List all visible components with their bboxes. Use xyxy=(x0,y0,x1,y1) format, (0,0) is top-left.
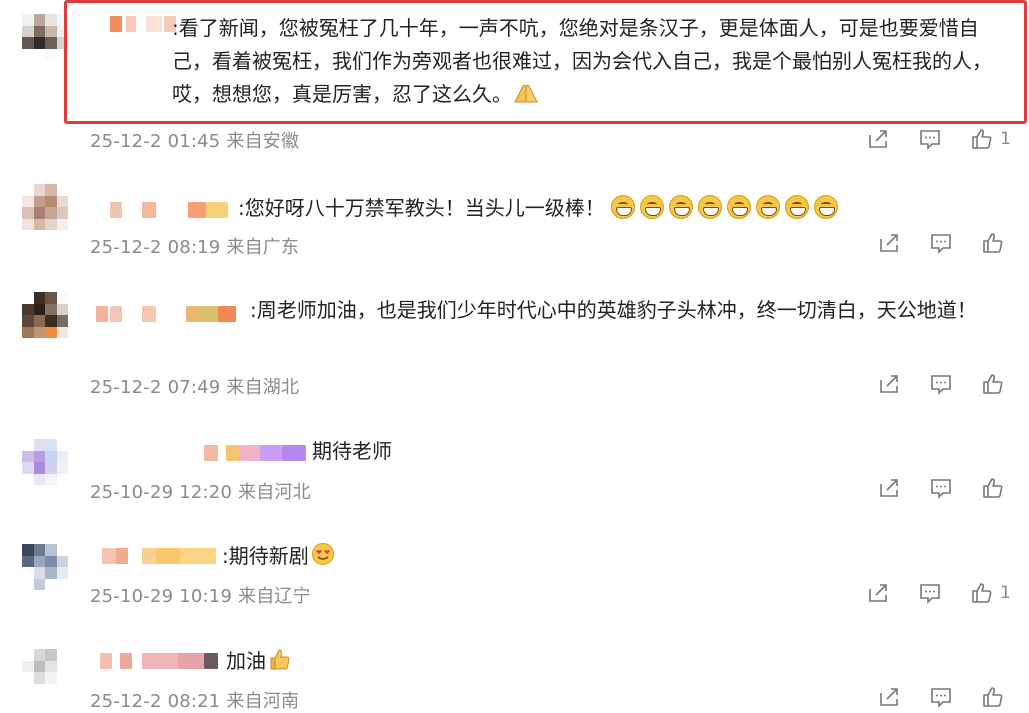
username-blurred[interactable] xyxy=(100,12,180,36)
comment-meta: 25-12-2 08:21 来自河南 xyxy=(90,687,299,713)
share-button[interactable] xyxy=(877,372,901,396)
comment-text: 加油 xyxy=(226,645,1001,681)
avatar[interactable] xyxy=(22,14,68,60)
comment-actions: 1 xyxy=(866,124,1011,154)
comment-location: 来自湖北 xyxy=(226,377,300,398)
comment-meta: 25-10-29 12:20 来自河北 xyxy=(90,478,311,504)
reply-button[interactable] xyxy=(929,372,953,396)
comment-text: :看了新闻，您被冤枉了几十年，一声不吭，您绝对是条汉子，更是体面人，可是也要爱惜… xyxy=(172,12,1007,114)
username-blurred[interactable] xyxy=(196,441,312,465)
comment-time: 25-12-2 07:49 xyxy=(90,377,221,398)
username-blurred[interactable] xyxy=(96,649,226,673)
share-icon xyxy=(880,479,898,497)
comment-icon xyxy=(931,688,951,708)
share-button[interactable] xyxy=(877,231,901,255)
reply-button[interactable] xyxy=(929,231,953,255)
comment-item: 期待老师 25-10-29 12:20 来自河北 xyxy=(0,425,1029,530)
comment-actions: 1 xyxy=(866,578,1011,608)
comment-location: 来自广东 xyxy=(226,237,300,258)
avatar[interactable] xyxy=(22,649,68,695)
comment-time: 25-10-29 10:19 xyxy=(90,586,233,607)
comment-meta: 25-12-2 08:19 来自广东 xyxy=(90,233,299,259)
thumbs-up-emoji-icon xyxy=(268,647,292,681)
comment-item: :看了新闻，您被冤枉了几十年，一声不吭，您绝对是条汉子，更是体面人，可是也要爱惜… xyxy=(0,0,1029,160)
like-button[interactable]: 1 xyxy=(970,581,1011,605)
comment-meta: 25-10-29 10:19 来自辽宁 xyxy=(90,582,311,608)
comment-icon xyxy=(931,234,951,254)
comment-icon xyxy=(931,375,951,395)
share-button[interactable] xyxy=(877,476,901,500)
like-button[interactable]: 1 xyxy=(970,127,1011,151)
comment-time: 25-12-2 01:45 xyxy=(90,131,221,152)
comment-actions xyxy=(877,228,1011,258)
comment-meta: 25-12-2 07:49 来自湖北 xyxy=(90,373,299,399)
like-count: 1 xyxy=(1000,583,1011,603)
like-count: 1 xyxy=(1000,129,1011,149)
comment-actions xyxy=(877,473,1011,503)
like-button[interactable] xyxy=(981,231,1011,255)
comment-text: :您好呀八十万禁军教头！当头儿一级棒！ xyxy=(238,192,1001,225)
comment-item: 加油 25-12-2 08:21 来自河南 xyxy=(0,635,1029,712)
comment-location: 来自辽宁 xyxy=(238,586,311,607)
avatar[interactable] xyxy=(22,184,68,230)
heart-eyes-icon xyxy=(311,542,335,576)
thumbs-up-icon xyxy=(983,687,1003,707)
avatar[interactable] xyxy=(22,439,68,485)
thumbs-up-icon xyxy=(972,129,992,149)
comment-location: 来自河南 xyxy=(226,691,300,712)
like-button[interactable] xyxy=(981,476,1011,500)
comment-time: 25-12-2 08:21 xyxy=(90,691,221,712)
reply-button[interactable] xyxy=(929,685,953,709)
comment-actions xyxy=(877,682,1011,712)
thumbs-up-icon xyxy=(983,374,1003,394)
reply-button[interactable] xyxy=(918,581,942,605)
comment-actions xyxy=(877,369,1011,399)
share-button[interactable] xyxy=(877,685,901,709)
share-icon xyxy=(869,130,887,148)
comment-text: 期待老师 xyxy=(312,439,392,463)
grin-face-icon xyxy=(610,195,843,220)
reply-button[interactable] xyxy=(929,476,953,500)
thumbs-up-icon xyxy=(983,478,1003,498)
share-icon xyxy=(880,688,898,706)
comment-time: 25-10-29 12:20 xyxy=(90,482,233,503)
avatar[interactable] xyxy=(22,544,68,590)
comment-item: :期待新剧 25-10-29 10:19 来自辽宁 1 xyxy=(0,530,1029,635)
like-button[interactable] xyxy=(981,685,1011,709)
comment-icon xyxy=(920,130,940,150)
thumbs-up-icon xyxy=(972,583,992,603)
username-blurred[interactable] xyxy=(96,198,236,222)
share-button[interactable] xyxy=(866,581,890,605)
share-icon xyxy=(869,584,887,602)
share-icon xyxy=(880,234,898,252)
avatar[interactable] xyxy=(22,292,68,338)
comment-text: :周老师加油，也是我们少年时代心中的英雄豹子头林冲，终一切清白，天公地道！ xyxy=(250,298,977,322)
comment-item: :周老师加油，也是我们少年时代心中的英雄豹子头林冲，终一切清白，天公地道！ 25… xyxy=(0,280,1029,425)
comment-location: 来自河北 xyxy=(238,482,311,503)
comment-icon xyxy=(920,584,940,604)
comment-item: :您好呀八十万禁军教头！当头儿一级棒！ 25-12-2 08:19 来自广东 xyxy=(0,160,1029,280)
comment-text: :期待新剧 xyxy=(222,540,1001,576)
username-blurred[interactable] xyxy=(96,544,222,568)
like-button[interactable] xyxy=(981,372,1011,396)
comment-meta: 25-12-2 01:45 来自安徽 xyxy=(90,127,299,153)
thumbs-up-icon xyxy=(983,233,1003,253)
comment-location: 来自安徽 xyxy=(226,131,300,152)
comment-time: 25-12-2 08:19 xyxy=(90,237,221,258)
pray-hands-icon xyxy=(512,81,540,114)
share-button[interactable] xyxy=(866,127,890,151)
share-icon xyxy=(880,375,898,393)
comment-icon xyxy=(931,479,951,499)
reply-button[interactable] xyxy=(918,127,942,151)
